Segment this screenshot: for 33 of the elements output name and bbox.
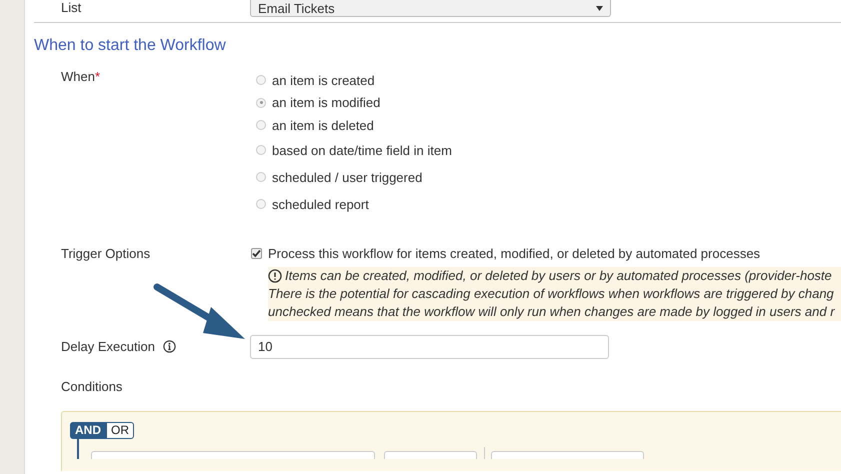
checkbox[interactable] — [251, 248, 262, 258]
radio-label[interactable]: an item is created — [272, 72, 375, 88]
operator-toggle[interactable]: AND — [70, 422, 106, 438]
radio-button[interactable] — [256, 172, 266, 182]
checkbox-label[interactable]: Process this workflow for items created, modified, or deleted by automated processes — [268, 246, 760, 260]
info-icon[interactable] — [162, 340, 176, 353]
condition-field[interactable] — [91, 450, 375, 458]
field-label: When* — [60, 69, 102, 84]
radio-label[interactable]: scheduled / user triggered — [272, 170, 422, 184]
caret-icon — [596, 6, 603, 10]
section-heading: When to start the Workflow — [34, 36, 227, 56]
list-dropdown[interactable]: Email Tickets — [250, 0, 611, 17]
radio-label[interactable]: an item is modified — [272, 95, 380, 110]
radio-button[interactable] — [256, 98, 266, 108]
operator-toggle[interactable]: OR — [106, 422, 134, 438]
note-text: unchecked means that the workflow will only run when changes are made by logged in users and r — [268, 304, 835, 319]
condition-field[interactable] — [491, 450, 644, 458]
field-label: List — [60, 0, 82, 15]
radio-button[interactable] — [256, 120, 266, 130]
condition-field[interactable] — [384, 450, 477, 458]
field-label: Delay Execution — [61, 339, 155, 354]
radio-label[interactable]: scheduled report — [272, 196, 369, 212]
note-text: Items can be created, modified, or deleted by users or by automated processes (provider-hoste — [285, 268, 832, 283]
delay-input[interactable]: 10 — [250, 334, 609, 358]
note-text: There is the potential for cascading execution of workflows when workflows are triggered by chang — [268, 286, 834, 301]
radio-label[interactable]: based on date/time field in item — [272, 142, 452, 158]
exclamation-icon — [268, 268, 282, 282]
radio-button[interactable] — [256, 145, 266, 155]
radio-label[interactable]: an item is deleted — [272, 118, 374, 133]
radio-button[interactable] — [256, 75, 266, 86]
radio-button[interactable] — [256, 199, 266, 209]
field-label: Conditions — [60, 378, 124, 394]
field-label: Trigger Options — [60, 246, 152, 260]
